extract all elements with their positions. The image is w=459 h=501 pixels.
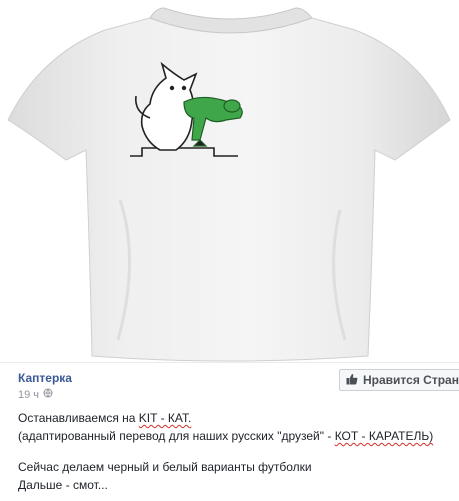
- post-meta: 19 ч: [18, 388, 53, 401]
- globe-icon: [43, 388, 53, 401]
- line2-text: (адаптированный перевод для наших русски…: [18, 429, 335, 443]
- post-text-line-1: Останавливаемся на KIT - КАТ.: [18, 411, 191, 425]
- post-text-line-2: (адаптированный перевод для наших русски…: [18, 429, 433, 443]
- line1-highlight: KIT - КАТ.: [138, 411, 192, 425]
- post-footer: Каптерка 19 ч Нравится Стран Останавлива…: [0, 363, 459, 501]
- like-page-button[interactable]: Нравится Стран: [339, 369, 459, 391]
- page-name-link[interactable]: Каптерка: [18, 371, 72, 385]
- post-photo[interactable]: [0, 0, 459, 362]
- line1-text: Останавливаемся на: [18, 411, 139, 425]
- thumbs-up-icon: [346, 373, 358, 388]
- post-timestamp[interactable]: 19 ч: [18, 389, 39, 401]
- post-text-line-3: Сейчас делаем черный и белый варианты фу…: [18, 460, 312, 474]
- tshirt-image: [7, 7, 451, 362]
- line2-highlight: КОТ - КАРАТЕЛЬ): [334, 429, 434, 443]
- see-more-link[interactable]: Дальше - смот...: [18, 478, 108, 492]
- like-button-label: Нравится Стран: [363, 373, 459, 387]
